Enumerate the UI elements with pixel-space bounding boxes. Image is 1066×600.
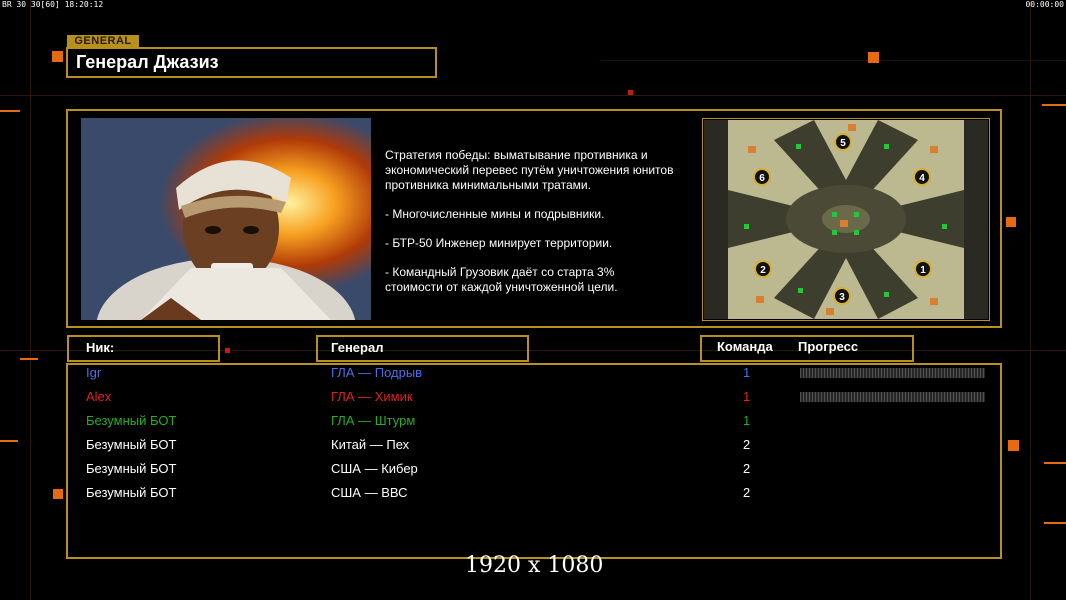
team-header: Команда bbox=[717, 339, 773, 354]
map-slot-5-label: 5 bbox=[840, 138, 846, 149]
description-point-2: - БТР-50 Инженер минирует территории. bbox=[385, 236, 613, 250]
player-general: ГЛА — Подрыв bbox=[331, 365, 423, 380]
general-portrait bbox=[81, 118, 371, 320]
resolution-label: 1920 x 1080 bbox=[465, 553, 604, 578]
player-general: Китай — Пех bbox=[331, 437, 410, 452]
player-general: ГЛА — Штурм bbox=[331, 413, 416, 428]
map-slot-2-label: 2 bbox=[760, 265, 766, 276]
hud-status: BR 30 30[60] 18:20:12 bbox=[2, 0, 104, 9]
player-nick: Безумный БОТ bbox=[86, 437, 177, 452]
player-general: США — ВВС bbox=[331, 485, 408, 500]
player-general: ГЛА — Химик bbox=[331, 389, 413, 404]
player-nick: Igr bbox=[86, 365, 102, 380]
player-team: 2 bbox=[743, 461, 751, 476]
map-slot-4: 4 bbox=[913, 168, 931, 186]
map-slot-4-label: 4 bbox=[919, 173, 925, 184]
general-header: Генерал bbox=[331, 340, 384, 355]
general-description: Стратегия победы: выматывание противника… bbox=[385, 148, 700, 309]
description-strategy: Стратегия победы: выматывание противника… bbox=[385, 148, 674, 192]
map-slot-2: 2 bbox=[754, 260, 772, 278]
player-team: 2 bbox=[743, 485, 751, 500]
map-slot-3: 3 bbox=[833, 287, 851, 305]
description-point-1: - Многочисленные мины и подрывники. bbox=[385, 207, 605, 221]
player-team: 1 bbox=[743, 389, 751, 404]
description-point-3: - Командный Грузовик даёт со старта 3% с… bbox=[385, 265, 618, 294]
player-nick: Безумный БОТ bbox=[86, 485, 177, 500]
player-nick: Безумный БОТ bbox=[86, 461, 177, 476]
map-slot-6: 6 bbox=[753, 168, 771, 186]
general-title: Генерал Джазиз bbox=[76, 52, 219, 72]
player-nick: Alex bbox=[86, 389, 112, 404]
nick-header: Ник: bbox=[86, 340, 115, 355]
player-progress-bar bbox=[800, 392, 985, 402]
player-nick: Безумный БОТ bbox=[86, 413, 177, 428]
player-progress-bar bbox=[800, 368, 985, 378]
map-preview: 5 6 4 2 1 3 bbox=[704, 120, 988, 319]
player-team: 2 bbox=[743, 437, 751, 452]
hud-clock: 00:00:00 bbox=[1025, 0, 1064, 9]
player-general: США — Кибер bbox=[331, 461, 418, 476]
map-slot-3-label: 3 bbox=[839, 292, 845, 303]
player-team: 1 bbox=[743, 365, 751, 380]
map-slot-1-label: 1 bbox=[920, 265, 926, 276]
map-slot-1: 1 bbox=[914, 260, 932, 278]
map-slot-5: 5 bbox=[834, 133, 852, 151]
progress-header: Прогресс bbox=[798, 339, 859, 354]
player-team: 1 bbox=[743, 413, 751, 428]
map-slot-6-label: 6 bbox=[759, 173, 765, 184]
